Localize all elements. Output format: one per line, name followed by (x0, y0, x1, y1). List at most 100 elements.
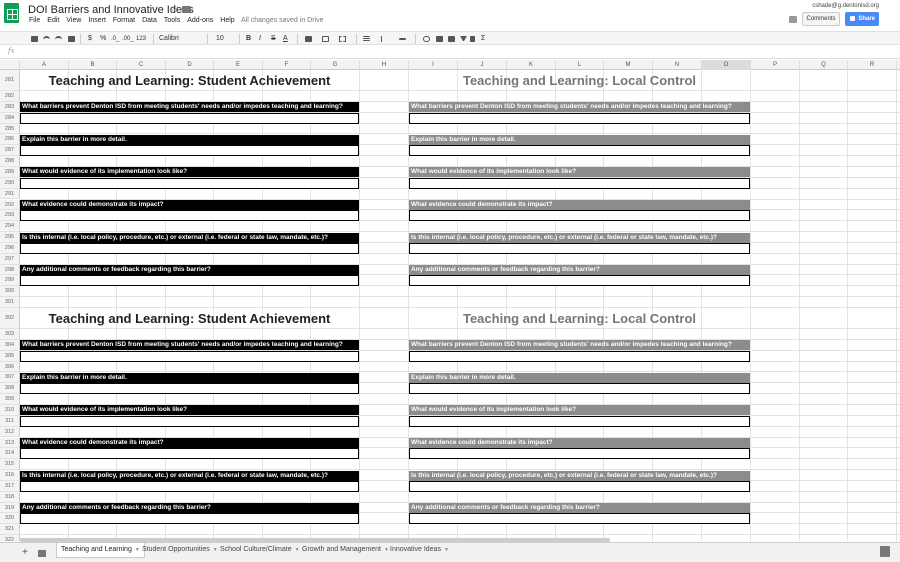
answer-cell-left[interactable] (20, 383, 359, 395)
row-header-310[interactable]: 310 (0, 404, 20, 416)
column-header-e[interactable]: E (214, 60, 263, 70)
row-header-295[interactable]: 295 (0, 232, 20, 243)
increase-decimal-button[interactable]: .00_ (122, 34, 134, 44)
vertical-align-icon[interactable] (381, 36, 382, 42)
bold-button[interactable]: B (246, 34, 251, 44)
row-header-313[interactable]: 313 (0, 437, 20, 449)
row-header-315[interactable]: 315 (0, 459, 20, 471)
functions-button[interactable]: Σ (481, 34, 485, 44)
answer-cell-left[interactable] (20, 415, 359, 427)
document-title[interactable]: DOI Barriers and Innovative Ideas (28, 4, 194, 16)
answer-cell-right[interactable] (409, 242, 750, 254)
menu-help[interactable]: Help (220, 17, 234, 24)
row-header-282[interactable]: 282 (0, 91, 20, 102)
row-header-312[interactable]: 312 (0, 426, 20, 438)
row-header-302[interactable]: 302 (0, 308, 20, 329)
row-header-297[interactable]: 297 (0, 253, 20, 265)
row-header-287[interactable]: 287 (0, 145, 20, 157)
text-color-button[interactable]: A (283, 34, 288, 44)
row-header-311[interactable]: 311 (0, 415, 20, 427)
row-header-292[interactable]: 292 (0, 199, 20, 211)
row-header-303[interactable]: 303 (0, 329, 20, 340)
answer-cell-right[interactable] (409, 513, 750, 525)
user-email[interactable]: cshade@g.dentonisd.org (812, 3, 879, 9)
answer-cell-left[interactable] (20, 513, 359, 525)
text-wrap-icon[interactable] (399, 38, 406, 40)
sheet-tab-innovative-ideas[interactable]: Innovative Ideas ▼ (386, 543, 453, 558)
column-header-n[interactable]: N (653, 60, 702, 70)
column-header-q[interactable]: Q (800, 60, 848, 70)
horizontal-align-icon[interactable] (363, 36, 370, 41)
comments-button[interactable]: Comments (802, 12, 840, 26)
percent-format-button[interactable]: % (100, 34, 106, 44)
more-formats-button[interactable]: 123 (136, 34, 146, 44)
row-header-290[interactable]: 290 (0, 177, 20, 189)
insert-chart-icon[interactable] (448, 36, 455, 42)
borders-icon[interactable] (322, 36, 329, 42)
filter-icon[interactable] (460, 36, 467, 41)
answer-cell-right[interactable] (409, 480, 750, 492)
menu-insert[interactable]: Insert (88, 17, 106, 24)
save-status[interactable]: All changes saved in Drive (241, 17, 324, 24)
strikethrough-button[interactable]: S (271, 34, 276, 44)
answer-cell-left[interactable] (20, 242, 359, 254)
column-header-a[interactable]: A (20, 60, 69, 70)
row-header-316[interactable]: 316 (0, 470, 20, 481)
column-header-b[interactable]: B (69, 60, 117, 70)
column-header-h[interactable]: H (360, 60, 409, 70)
sheet-tab-growth-and-management[interactable]: Growth and Management ▼ (298, 543, 393, 558)
row-header-314[interactable]: 314 (0, 448, 20, 460)
answer-cell-right[interactable] (409, 448, 750, 460)
menu-addons[interactable]: Add-ons (187, 17, 213, 24)
row-header-299[interactable]: 299 (0, 275, 20, 287)
menu-tools[interactable]: Tools (164, 17, 180, 24)
row-header-289[interactable]: 289 (0, 166, 20, 178)
row-header-307[interactable]: 307 (0, 372, 20, 384)
column-header-r[interactable]: R (848, 60, 897, 70)
redo-icon[interactable] (55, 36, 62, 42)
row-header-288[interactable]: 288 (0, 156, 20, 167)
answer-cell-left[interactable] (20, 480, 359, 492)
star-icon[interactable]: ☆ (170, 3, 179, 14)
row-header-301[interactable]: 301 (0, 297, 20, 308)
row-header-300[interactable]: 300 (0, 286, 20, 298)
merge-cells-icon[interactable] (339, 36, 346, 42)
fill-color-icon[interactable] (305, 36, 312, 42)
all-sheets-icon[interactable] (38, 550, 46, 557)
row-header-320[interactable]: 320 (0, 513, 20, 525)
chat-icon[interactable] (789, 16, 797, 23)
font-family-select[interactable]: Calibri (159, 34, 179, 44)
insert-link-icon[interactable] (423, 36, 430, 42)
menu-file[interactable]: File (29, 17, 40, 24)
row-header-321[interactable]: 321 (0, 524, 20, 536)
answer-cell-right[interactable] (409, 275, 750, 287)
font-size-select[interactable]: 10 (216, 34, 224, 44)
answer-cell-left[interactable] (20, 448, 359, 460)
explore-icon[interactable] (880, 546, 890, 557)
currency-format-button[interactable]: $ (88, 34, 92, 44)
answer-cell-left[interactable] (20, 350, 359, 362)
row-header-284[interactable]: 284 (0, 112, 20, 124)
row-header-291[interactable]: 291 (0, 188, 20, 200)
column-header-l[interactable]: L (556, 60, 604, 70)
column-header-c[interactable]: C (117, 60, 166, 70)
add-sheet-icon[interactable]: + (22, 547, 28, 558)
insert-comment-icon[interactable] (436, 36, 443, 42)
print-icon[interactable] (31, 36, 38, 42)
answer-cell-right[interactable] (409, 112, 750, 124)
answer-cell-left[interactable] (20, 210, 359, 222)
column-header-k[interactable]: K (507, 60, 556, 70)
answer-cell-right[interactable] (409, 145, 750, 157)
row-header-296[interactable]: 296 (0, 242, 20, 254)
row-header-308[interactable]: 308 (0, 383, 20, 395)
select-all-corner[interactable] (0, 60, 20, 70)
row-header-306[interactable]: 306 (0, 361, 20, 373)
column-header-o[interactable]: O (702, 60, 751, 70)
row-header-318[interactable]: 318 (0, 491, 20, 503)
sheet-tab-teaching-and-learning[interactable]: Teaching and Learning ▼ (56, 543, 145, 558)
row-header-304[interactable]: 304 (0, 339, 20, 351)
row-header-294[interactable]: 294 (0, 221, 20, 233)
menu-edit[interactable]: Edit (47, 17, 59, 24)
share-button[interactable]: Share (845, 12, 879, 26)
menu-data[interactable]: Data (142, 17, 157, 24)
